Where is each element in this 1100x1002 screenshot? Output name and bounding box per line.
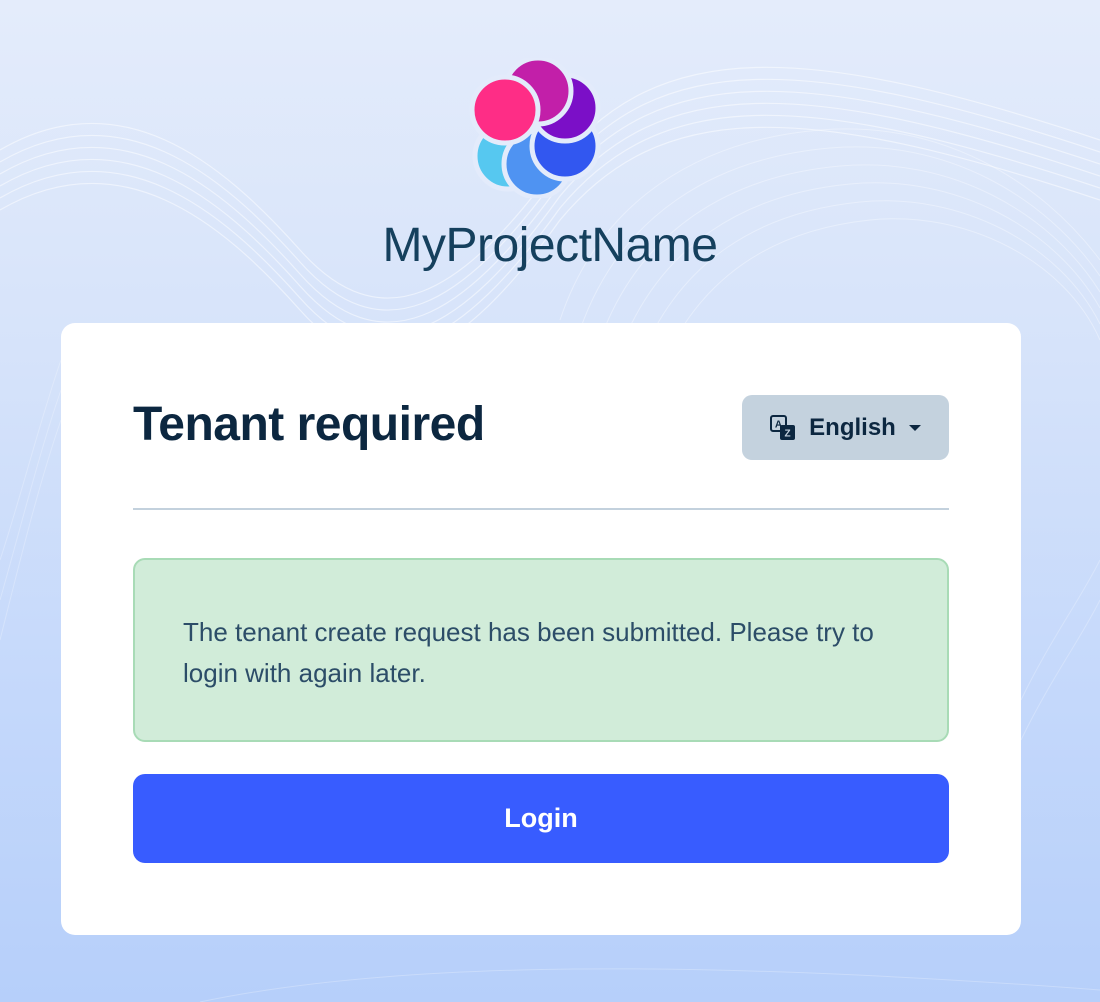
translate-icon: A Z (770, 414, 796, 440)
language-label: English (809, 413, 896, 441)
flower-logo-icon (469, 58, 601, 198)
page-title: Tenant required (133, 398, 485, 451)
header-divider (133, 508, 949, 510)
alert-message: The tenant create request has been submi… (183, 617, 874, 688)
brand-name: MyProjectName (382, 219, 718, 272)
svg-text:Z: Z (785, 428, 791, 439)
success-alert: The tenant create request has been submi… (133, 558, 949, 742)
language-selector-button[interactable]: A Z English (742, 395, 949, 460)
login-button[interactable]: Login (133, 774, 949, 863)
tenant-card: Tenant required A Z English The tenant c… (61, 323, 1021, 935)
caret-down-icon (908, 424, 921, 431)
